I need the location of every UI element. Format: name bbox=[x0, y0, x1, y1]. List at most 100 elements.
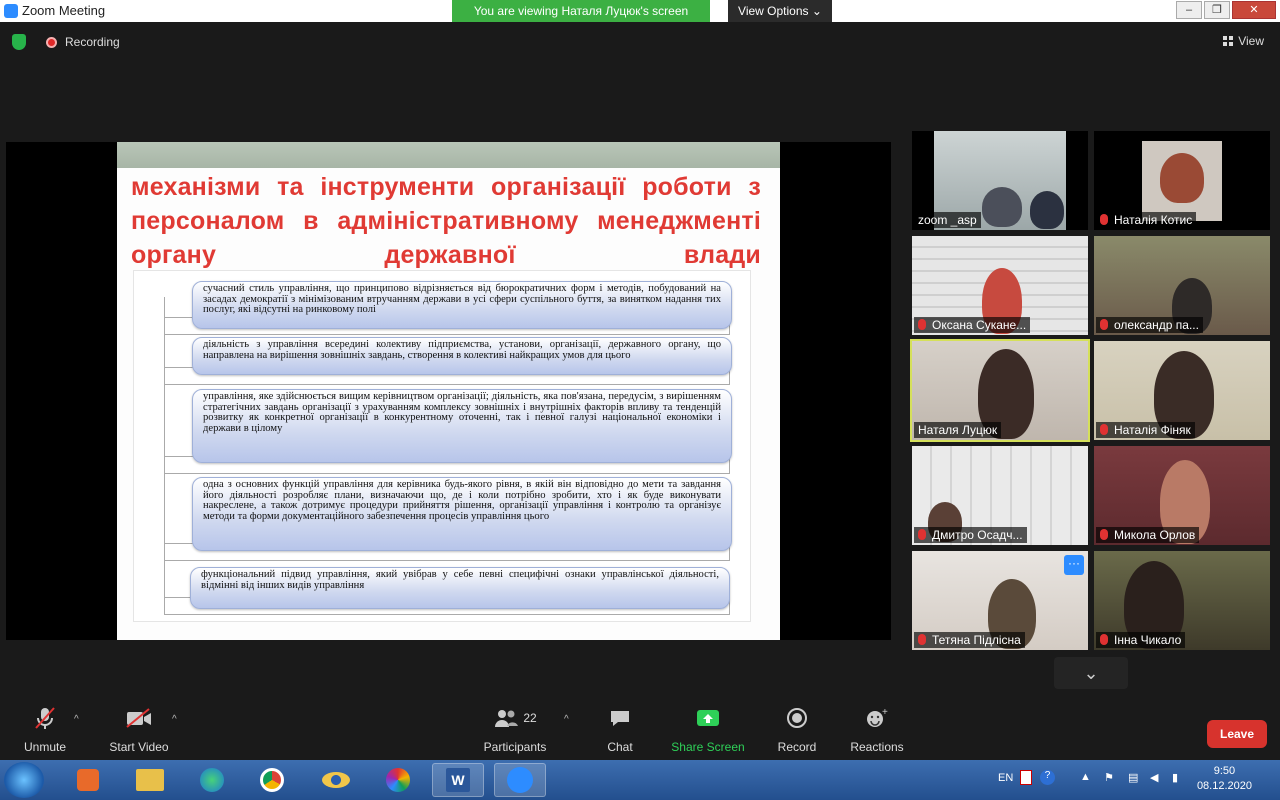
share-screen-label: Share Screen bbox=[671, 740, 745, 754]
signal-icon[interactable]: ▮ bbox=[1172, 771, 1178, 784]
file-explorer-icon[interactable] bbox=[124, 763, 176, 797]
participant-tile[interactable]: ··· Тетяна Підлісна bbox=[912, 551, 1088, 650]
diagram-box: функціональний підвид управління, який у… bbox=[190, 567, 730, 609]
audio-options-caret[interactable]: ^ bbox=[74, 714, 79, 725]
language-indicator[interactable]: EN bbox=[998, 772, 1013, 784]
reactions-button[interactable]: + Reactions bbox=[832, 704, 922, 754]
presentation-slide: механізми та інструменти організації роб… bbox=[117, 142, 780, 640]
recording-label[interactable]: Recording bbox=[65, 35, 120, 49]
muted-mic-icon bbox=[1100, 319, 1108, 330]
window-title: Zoom Meeting bbox=[22, 3, 106, 18]
shared-screen: механізми та інструменти організації роб… bbox=[6, 142, 891, 640]
muted-mic-icon bbox=[918, 634, 926, 645]
muted-mic-icon bbox=[1100, 529, 1108, 540]
diagram-box: сучасний стиль управління, що принципово… bbox=[192, 281, 732, 329]
record-button[interactable]: Record bbox=[752, 704, 842, 754]
participant-name: Наталія Фіняк bbox=[1096, 422, 1195, 438]
participant-name: Микола Орлов bbox=[1096, 527, 1200, 543]
minimize-button[interactable]: – bbox=[1176, 1, 1202, 19]
next-page-button[interactable]: ⌄ bbox=[1054, 657, 1128, 689]
participant-tile[interactable]: Оксана Сукане... bbox=[912, 236, 1088, 335]
network-icon[interactable]: ▤ bbox=[1128, 771, 1138, 784]
participants-icon bbox=[495, 710, 519, 727]
participant-tile-active[interactable]: Наталя Луцюк bbox=[910, 339, 1090, 442]
participant-name: Наталія Котис bbox=[1096, 212, 1197, 228]
edge-browser-icon[interactable] bbox=[186, 763, 238, 797]
muted-mic-icon bbox=[1100, 214, 1108, 225]
media-player-icon[interactable] bbox=[62, 763, 114, 797]
start-button[interactable] bbox=[4, 762, 44, 798]
clock[interactable]: 9:50 08.12.2020 bbox=[1197, 764, 1252, 794]
participant-name: Оксана Сукане... bbox=[914, 317, 1031, 333]
chat-button[interactable]: Chat bbox=[575, 704, 665, 754]
participant-tile[interactable]: Інна Чикало bbox=[1094, 551, 1270, 650]
record-dot-icon bbox=[46, 37, 57, 48]
share-screen-button[interactable]: Share Screen bbox=[663, 704, 753, 754]
zoom-icon bbox=[4, 4, 18, 18]
participant-name: олександр па... bbox=[1096, 317, 1203, 333]
leave-button[interactable]: Leave bbox=[1207, 720, 1267, 748]
diagram-box: діяльність з управління всередині колект… bbox=[192, 337, 732, 375]
eye-app-icon[interactable] bbox=[310, 763, 362, 797]
participant-name: Дмитро Осадч... bbox=[914, 527, 1027, 543]
volume-icon[interactable]: ◀ bbox=[1150, 771, 1158, 784]
participants-button[interactable]: 22 Participants bbox=[470, 704, 560, 754]
word-app-icon[interactable]: W bbox=[432, 763, 484, 797]
participant-tile[interactable]: zoom _asp bbox=[912, 131, 1088, 230]
help-icon[interactable]: ? bbox=[1040, 770, 1055, 785]
windows-taskbar: W EN ? ▲ ⚑ ▤ ◀ ▮ 9:50 08.12.2020 bbox=[0, 760, 1280, 800]
muted-mic-icon bbox=[1100, 634, 1108, 645]
participant-tile[interactable]: Наталія Фіняк bbox=[1094, 341, 1270, 440]
close-button[interactable]: ✕ bbox=[1232, 1, 1276, 19]
maximize-button[interactable]: ❐ bbox=[1204, 1, 1230, 19]
participant-tile[interactable]: Дмитро Осадч... bbox=[912, 446, 1088, 545]
view-options-button[interactable]: View Options ⌄ bbox=[728, 0, 832, 22]
slide-title: механізми та інструменти організації роб… bbox=[131, 173, 761, 269]
shield-icon[interactable] bbox=[12, 34, 26, 50]
smiley-icon: + bbox=[867, 707, 888, 727]
participant-name: Інна Чикало bbox=[1096, 632, 1186, 648]
slide-header-band bbox=[117, 142, 780, 168]
tray-expand-icon[interactable]: ▲ bbox=[1080, 771, 1091, 783]
participant-tile[interactable]: олександр па... bbox=[1094, 236, 1270, 335]
svg-text:+: + bbox=[882, 707, 888, 718]
clock-date: 08.12.2020 bbox=[1196, 780, 1252, 792]
diagram-box: управління, яке здійснюється вищим керів… bbox=[192, 389, 732, 463]
chrome-browser-icon[interactable] bbox=[246, 763, 298, 797]
muted-mic-icon bbox=[918, 319, 926, 330]
record-icon bbox=[787, 708, 807, 728]
unmute-label: Unmute bbox=[23, 740, 67, 754]
person-figure bbox=[1160, 153, 1204, 203]
participant-name: Тетяна Підлісна bbox=[914, 632, 1025, 648]
viewing-banner: You are viewing Наталя Луцюк's screen bbox=[452, 0, 710, 22]
start-video-label: Start Video bbox=[109, 740, 169, 754]
person-figure bbox=[982, 187, 1022, 227]
pdf-icon[interactable] bbox=[1020, 770, 1032, 785]
window-titlebar: Zoom Meeting You are viewing Наталя Луцю… bbox=[0, 0, 1280, 22]
view-button[interactable]: View bbox=[1223, 34, 1264, 48]
chat-icon bbox=[611, 711, 629, 726]
more-options-button[interactable]: ··· bbox=[1064, 555, 1084, 575]
unmute-button[interactable]: Unmute bbox=[0, 704, 90, 754]
person-figure bbox=[1030, 191, 1064, 229]
meeting-toolbar: Unmute ^ Start Video ^ 22 Participants ^… bbox=[0, 704, 1280, 760]
video-options-caret[interactable]: ^ bbox=[172, 714, 177, 725]
participant-name: Наталя Луцюк bbox=[914, 422, 1002, 438]
record-label: Record bbox=[777, 740, 817, 754]
meeting-topbar: Recording View bbox=[0, 22, 1280, 62]
participant-tile[interactable]: Наталія Котис bbox=[1094, 131, 1270, 230]
muted-mic-icon bbox=[1100, 424, 1108, 435]
zoom-app-icon[interactable] bbox=[494, 763, 546, 797]
chevron-down-icon: ⌄ bbox=[1083, 663, 1099, 683]
participants-label: Participants bbox=[483, 740, 547, 754]
start-video-button[interactable]: Start Video bbox=[94, 704, 184, 754]
participants-options-caret[interactable]: ^ bbox=[564, 714, 569, 725]
muted-mic-icon bbox=[918, 529, 926, 540]
flag-icon[interactable]: ⚑ bbox=[1104, 771, 1114, 784]
grid-icon bbox=[1223, 36, 1234, 46]
participant-tile[interactable]: Микола Орлов bbox=[1094, 446, 1270, 545]
participant-name: zoom _asp bbox=[914, 212, 981, 228]
chat-label: Chat bbox=[607, 740, 633, 754]
paint-app-icon[interactable] bbox=[372, 763, 424, 797]
share-screen-icon bbox=[697, 710, 719, 726]
